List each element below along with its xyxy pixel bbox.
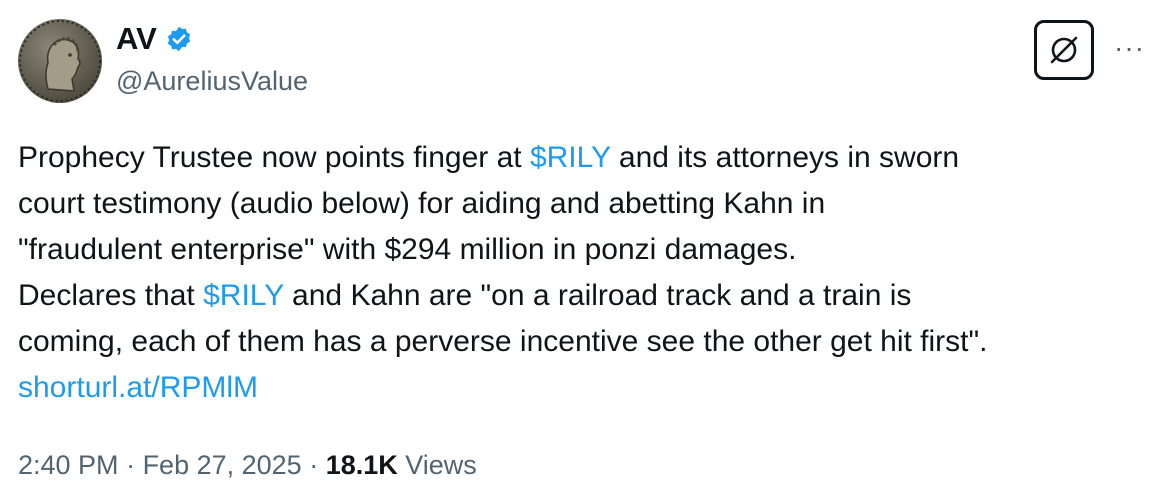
grok-button[interactable] — [1034, 20, 1094, 80]
tweet-text-segment: and Kahn are "on a railroad track and a … — [283, 279, 912, 312]
tweet-text-segment: Declares that — [18, 279, 204, 312]
grok-icon — [1050, 36, 1078, 64]
views-label: Views — [397, 450, 477, 480]
more-horizontal-icon: ··· — [1114, 32, 1145, 63]
avatar[interactable] — [18, 19, 102, 103]
views-count: 18.1K — [325, 450, 398, 480]
tweet-time[interactable]: 2:40 PM — [18, 450, 119, 480]
user-handle[interactable]: @AureliusValue — [116, 64, 308, 98]
short-url-link[interactable]: shorturl.at/RPMlM — [18, 371, 258, 404]
more-options-button[interactable]: ··· — [1114, 34, 1145, 62]
tweet-text-segment: and its attorneys in sworn — [610, 141, 960, 174]
tweet-line-2: court testimony (audio below) for aiding… — [18, 187, 826, 220]
tweet-meta: 2:40 PM · Feb 27, 2025 · 18.1K Views — [18, 447, 477, 483]
tweet-line-3: "fraudulent enterprise" with $294 millio… — [18, 233, 797, 266]
verified-badge-icon — [165, 25, 193, 53]
tweet-text: Prophecy Trustee now points finger at $R… — [18, 135, 1158, 411]
meta-separator: · — [301, 450, 326, 480]
cashtag-link[interactable]: $RILY — [203, 279, 284, 312]
tweet-text-segment: Prophecy Trustee now points finger at — [18, 141, 530, 174]
tweet-date[interactable]: Feb 27, 2025 — [143, 450, 302, 480]
roman-coin-avatar-icon — [19, 20, 101, 102]
tweet-line-6: shorturl.at/RPMlM — [18, 365, 1158, 411]
tweet-line-4: Declares that $RILY and Kahn are "on a r… — [18, 273, 1158, 319]
meta-separator: · — [118, 450, 143, 480]
cashtag-link[interactable]: $RILY — [530, 141, 611, 174]
tweet-line-5: coming, each of them has a perverse ince… — [18, 325, 988, 358]
tweet-line-1: Prophecy Trustee now points finger at $R… — [18, 135, 1158, 181]
display-name[interactable]: AV — [116, 20, 157, 58]
